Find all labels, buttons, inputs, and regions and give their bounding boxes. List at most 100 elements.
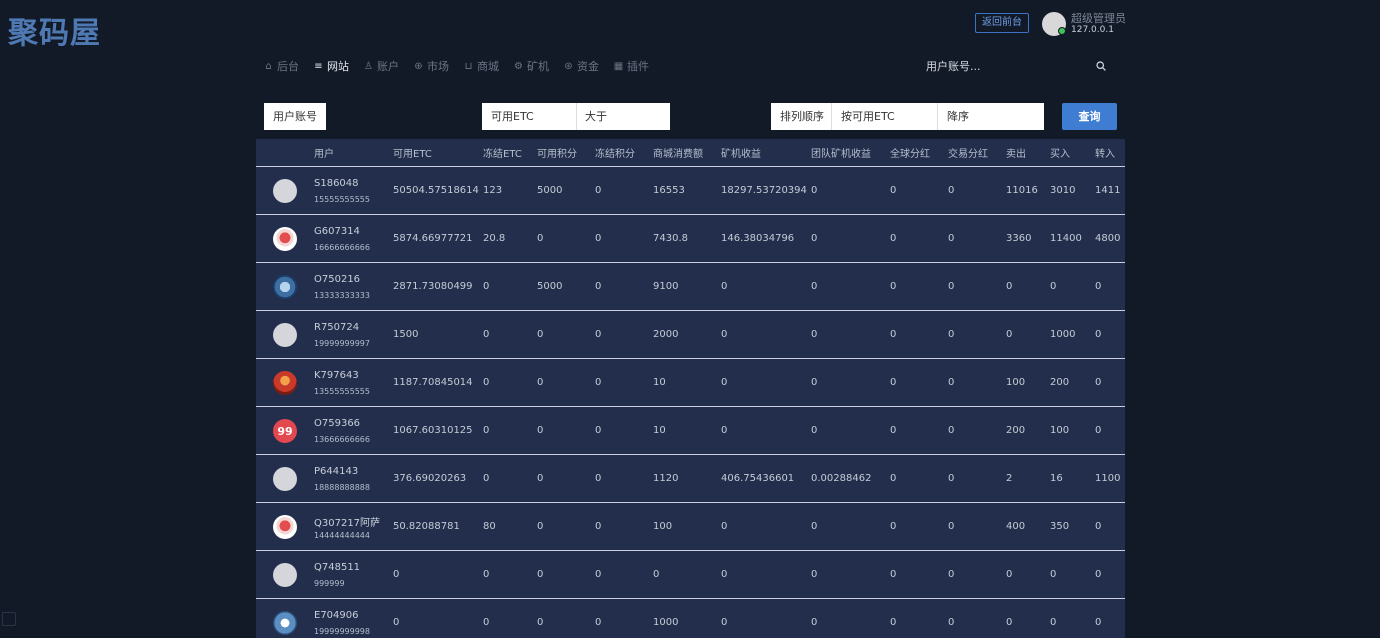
table-row[interactable]: S186048 15555555555 50504.57518614 123 5000 0… bbox=[256, 167, 1125, 215]
user-account-field[interactable]: 用户账号 bbox=[264, 103, 326, 130]
user-phone: 16666666666 bbox=[314, 243, 370, 252]
table-row[interactable]: R750724 19999999997 1500 0 0 0 2000 0 0 0 0 0 1000 0 bbox=[256, 311, 1125, 359]
table-cell: 0 bbox=[948, 473, 955, 484]
column-header[interactable]: 卖出 bbox=[1006, 139, 1026, 166]
sort-direction-select[interactable]: 降序 bbox=[938, 103, 1044, 130]
column-header[interactable]: 冻结ETC bbox=[483, 139, 522, 166]
search-input[interactable]: 用户账号... bbox=[926, 58, 981, 74]
table-cell: 0 bbox=[483, 473, 490, 484]
table-row[interactable]: Q307217阿萨 14444444444 50.82088781 80 0 0 100 0 0… bbox=[256, 503, 1125, 551]
table-cell: 20.8 bbox=[483, 233, 506, 244]
table-cell: 10 bbox=[653, 425, 666, 436]
table-cell: 0 bbox=[811, 233, 818, 244]
user-name[interactable]: P644143 bbox=[314, 466, 358, 477]
column-header[interactable]: 转入 bbox=[1095, 139, 1115, 166]
user-name[interactable]: Q748511 bbox=[314, 562, 360, 573]
table-row[interactable]: O750216 13333333333 2871.73080499 0 5000 0 910… bbox=[256, 263, 1125, 311]
table-cell: 0 bbox=[393, 569, 400, 580]
column-header[interactable]: 可用积分 bbox=[537, 139, 577, 166]
table-body: S186048 15555555555 50504.57518614 123 5000 0… bbox=[256, 167, 1125, 638]
table-cell: 0 bbox=[537, 569, 544, 580]
table-cell: 0 bbox=[595, 185, 602, 196]
user-phone: 19999999998 bbox=[314, 627, 370, 636]
table-cell: 1187.70845014 bbox=[393, 377, 473, 388]
sort-by-select[interactable]: 按可用ETC bbox=[832, 103, 938, 130]
table-cell: 0 bbox=[1050, 617, 1057, 628]
column-header[interactable]: 冻结积分 bbox=[595, 139, 635, 166]
nav-item-website[interactable]: ≡ 网站 bbox=[313, 58, 349, 74]
table-cell: 5000 bbox=[537, 281, 563, 292]
nav-label: 插件 bbox=[627, 60, 649, 73]
column-header[interactable]: 全球分红 bbox=[890, 139, 930, 166]
table-cell: 5000 bbox=[537, 185, 563, 196]
column-header[interactable]: 交易分红 bbox=[948, 139, 988, 166]
table-cell: 0 bbox=[721, 617, 728, 628]
user-name[interactable]: G607314 bbox=[314, 226, 360, 237]
table-cell: 0 bbox=[811, 617, 818, 628]
user-phone: 13666666666 bbox=[314, 435, 370, 444]
table-row[interactable]: G607314 16666666666 5874.66977721 20.8 0 0 743… bbox=[256, 215, 1125, 263]
table-cell: 0 bbox=[595, 617, 602, 628]
column-header[interactable]: 矿机收益 bbox=[721, 139, 761, 166]
table-cell: 0 bbox=[948, 329, 955, 340]
column-header[interactable]: 团队矿机收益 bbox=[811, 139, 871, 166]
table-cell: 16553 bbox=[653, 185, 685, 196]
table-cell: 100 bbox=[653, 521, 673, 532]
table-row[interactable]: P644143 18888888888 376.69020263 0 0 0 1120 406… bbox=[256, 455, 1125, 503]
table-cell: 0 bbox=[483, 329, 490, 340]
table-cell: 0 bbox=[948, 425, 955, 436]
nav-item-plugins[interactable]: ▦ 插件 bbox=[613, 58, 649, 74]
table-cell: 4800 bbox=[1095, 233, 1121, 244]
user-name[interactable]: S186048 bbox=[314, 178, 359, 189]
nav-item-miners[interactable]: ⚙ 矿机 bbox=[513, 58, 549, 74]
query-button[interactable]: 查询 bbox=[1062, 103, 1117, 130]
nav-item-dashboard[interactable]: ⌂ 后台 bbox=[263, 58, 299, 74]
column-header[interactable]: 可用ETC bbox=[393, 139, 432, 166]
user-name[interactable]: O750216 bbox=[314, 274, 360, 285]
table-cell: 50.82088781 bbox=[393, 521, 460, 532]
user-name[interactable]: R750724 bbox=[314, 322, 359, 333]
table-cell: 0 bbox=[595, 569, 602, 580]
user-avatar bbox=[273, 179, 297, 203]
gear-icon: ⚙ bbox=[514, 60, 523, 72]
nav-item-accounts[interactable]: ♙ 账户 bbox=[363, 58, 399, 74]
table-cell: 0 bbox=[595, 281, 602, 292]
nav-item-funds[interactable]: ⊛ 资金 bbox=[563, 58, 599, 74]
table-cell: 0 bbox=[948, 617, 955, 628]
table-cell: 200 bbox=[1006, 425, 1026, 436]
table-cell: 0 bbox=[811, 281, 818, 292]
user-phone: 13555555555 bbox=[314, 387, 370, 396]
table-cell: 0 bbox=[483, 377, 490, 388]
table-cell: 0 bbox=[811, 377, 818, 388]
table-cell: 0 bbox=[595, 377, 602, 388]
search-icon[interactable] bbox=[1096, 61, 1106, 71]
table-row[interactable]: K797643 13555555555 1187.70845014 0 0 0 10 0 0 0 0… bbox=[256, 359, 1125, 407]
corner-widget[interactable] bbox=[2, 612, 16, 626]
nav-label: 市场 bbox=[427, 60, 449, 73]
table-cell: 11400 bbox=[1050, 233, 1082, 244]
filter-operator-select[interactable]: 大于 bbox=[577, 103, 670, 130]
table-cell: 0 bbox=[948, 569, 955, 580]
user-name[interactable]: O759366 bbox=[314, 418, 360, 429]
table-cell: 1067.60310125 bbox=[393, 425, 473, 436]
table-cell: 0 bbox=[537, 617, 544, 628]
user-avatar bbox=[273, 467, 297, 491]
table-cell: 123 bbox=[483, 185, 503, 196]
column-header[interactable]: 买入 bbox=[1050, 139, 1070, 166]
filter-field-select[interactable]: 可用ETC bbox=[482, 103, 577, 130]
nav-item-market[interactable]: ⊕ 市场 bbox=[413, 58, 449, 74]
site-logo[interactable]: 聚码屋 bbox=[8, 8, 101, 52]
table-cell: 0 bbox=[1006, 617, 1013, 628]
table-row[interactable]: 99 O759366 13666666666 1067.60310125 0 0 0 10 0 0… bbox=[256, 407, 1125, 455]
admin-name[interactable]: 超级管理员 bbox=[1071, 10, 1126, 26]
user-name[interactable]: Q307217阿萨 bbox=[314, 514, 380, 529]
user-name[interactable]: K797643 bbox=[314, 370, 359, 381]
nav-item-shop[interactable]: ⊔ 商城 bbox=[463, 58, 499, 74]
table-cell: 50504.57518614 bbox=[393, 185, 479, 196]
column-header[interactable]: 商城消费额 bbox=[653, 139, 703, 166]
table-row[interactable]: E704906 19999999998 0 0 0 0 1000 0 0 0 0 0 0 0 bbox=[256, 599, 1125, 638]
back-to-front-button[interactable]: 返回前台 bbox=[975, 13, 1029, 33]
column-header[interactable]: 用户 bbox=[314, 139, 334, 166]
table-row[interactable]: Q748511 999999 0 0 0 0 0 0 0 0 0 0 0 0 bbox=[256, 551, 1125, 599]
user-name[interactable]: E704906 bbox=[314, 610, 359, 621]
